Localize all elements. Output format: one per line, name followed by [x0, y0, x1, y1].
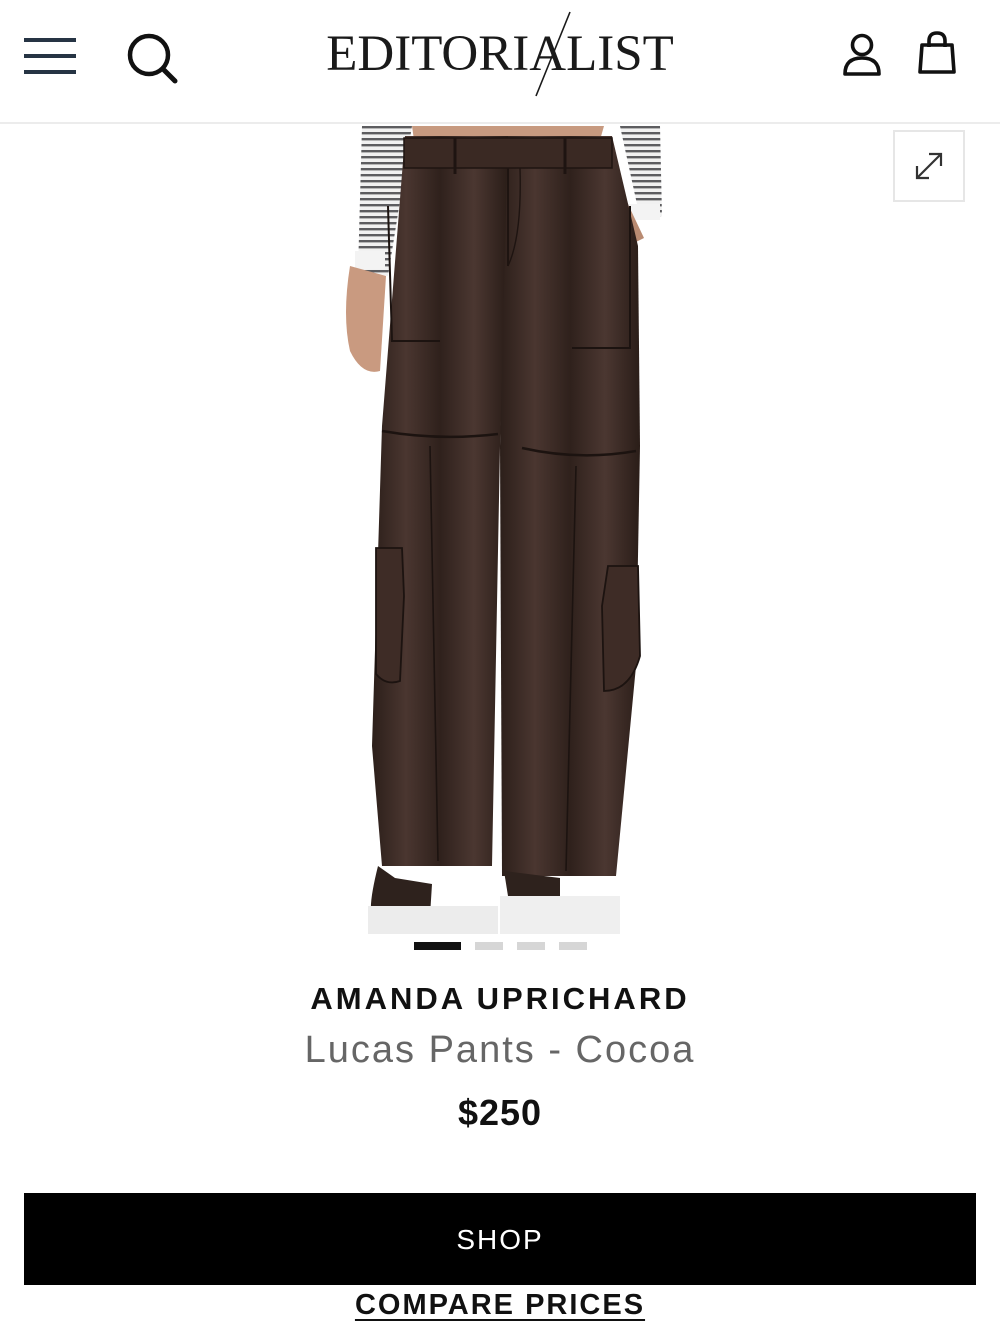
- pagination-dot-4[interactable]: [559, 942, 587, 950]
- pagination-dot-1[interactable]: [414, 942, 461, 950]
- compare-prices-link[interactable]: COMPARE PRICES: [0, 1285, 1000, 1325]
- hamburger-menu-icon[interactable]: [24, 36, 78, 76]
- pagination-dot-3[interactable]: [517, 942, 545, 950]
- product-brand[interactable]: AMANDA UPRICHARD: [0, 978, 1000, 1020]
- image-pagination: [414, 942, 594, 952]
- site-logo[interactable]: EDITORIALIST: [300, 10, 700, 98]
- shopping-bag-icon[interactable]: [916, 30, 958, 76]
- expand-icon: [915, 152, 943, 180]
- product-price: $250: [457, 1092, 543, 1133]
- search-icon[interactable]: [124, 30, 180, 86]
- expand-image-button[interactable]: [893, 130, 965, 202]
- product-image: [0, 126, 1000, 934]
- product-name: Lucas Pants - Cocoa: [304, 1029, 696, 1071]
- logo-slash-mark: [535, 11, 571, 97]
- shop-button[interactable]: SHOP: [24, 1193, 976, 1285]
- product-image-gallery[interactable]: [0, 126, 1000, 934]
- site-header: EDITORIALIST: [0, 0, 1000, 124]
- user-account-icon[interactable]: [840, 32, 884, 78]
- pagination-dot-2[interactable]: [475, 942, 503, 950]
